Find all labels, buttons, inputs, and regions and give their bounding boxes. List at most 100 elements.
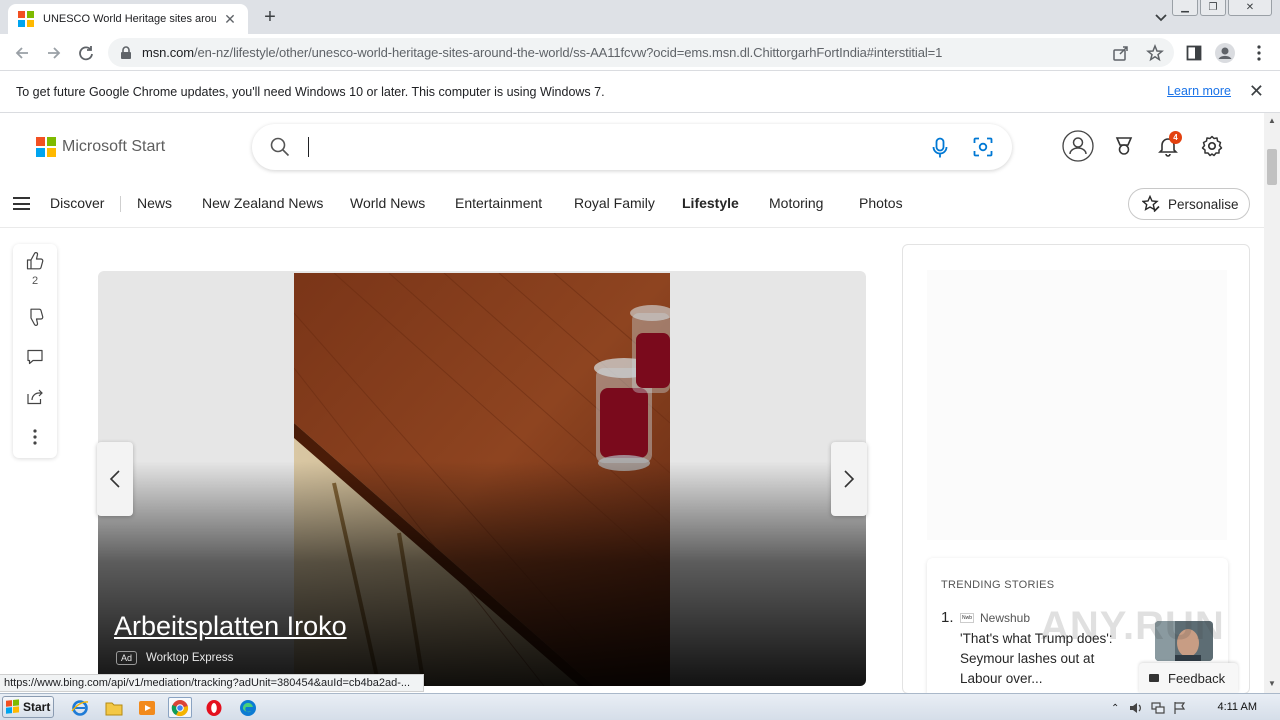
settings-button[interactable] — [1196, 130, 1228, 162]
taskbar-edge[interactable] — [236, 697, 260, 718]
minimize-button[interactable]: ▁ — [1172, 0, 1198, 16]
article-action-rail: 2 — [13, 244, 57, 458]
start-button[interactable]: Start — [2, 696, 54, 718]
chevron-left-icon — [109, 470, 120, 488]
share-icon — [27, 389, 43, 405]
window-close-button[interactable]: ✕ — [1228, 0, 1272, 16]
kebab-menu-icon — [1257, 45, 1261, 61]
taskbar-chrome[interactable] — [168, 697, 192, 718]
tab-title: UNESCO World Heritage sites around the w… — [43, 13, 216, 25]
search-icon — [270, 137, 290, 157]
thumbs-up-icon — [26, 252, 44, 270]
personalise-label: Personalise — [1168, 196, 1239, 212]
comment-icon — [27, 349, 43, 365]
scrollbar-thumb[interactable] — [1267, 149, 1277, 185]
taskbar-media-player[interactable] — [135, 697, 159, 718]
nav-item-motoring[interactable]: Motoring — [769, 195, 823, 211]
restore-button[interactable]: ❐ — [1200, 0, 1226, 16]
tray-expand-icon[interactable]: ⌃ — [1111, 703, 1119, 714]
sign-in-button[interactable] — [1062, 130, 1094, 162]
like-count: 2 — [31, 275, 39, 287]
microphone-icon[interactable] — [932, 137, 948, 159]
tab-strip: UNESCO World Heritage sites around the w… — [0, 0, 1280, 34]
personalise-button[interactable]: Personalise — [1128, 188, 1250, 220]
forward-button[interactable] — [41, 40, 67, 66]
feedback-label: Feedback — [1168, 670, 1226, 686]
ad-title-link[interactable]: Arbeitsplatten Iroko — [114, 611, 347, 642]
taskbar-file-explorer[interactable] — [102, 697, 126, 718]
feedback-button[interactable]: Feedback — [1139, 663, 1238, 693]
nav-item-photos[interactable]: Photos — [859, 195, 903, 211]
nav-item-new-zealand-news[interactable]: New Zealand News — [202, 195, 323, 211]
search-input[interactable] — [252, 124, 1012, 170]
bookmark-star-icon[interactable] — [1146, 44, 1164, 62]
active-tab[interactable]: UNESCO World Heritage sites around the w… — [8, 4, 248, 34]
hamburger-menu-icon[interactable] — [13, 197, 30, 210]
advertiser-name: Worktop Express — [146, 652, 234, 664]
profile-icon — [1062, 130, 1094, 162]
learn-more-link[interactable]: Learn more — [1167, 84, 1231, 98]
url-host: msn.com — [142, 45, 195, 60]
reload-button[interactable] — [73, 40, 99, 66]
like-button[interactable] — [25, 251, 45, 271]
internet-explorer-icon — [71, 699, 89, 716]
nav-item-news[interactable]: News — [137, 195, 172, 211]
more-options-button[interactable] — [25, 427, 45, 447]
taskbar-clock[interactable]: 4:11 AM — [1217, 701, 1257, 713]
microsoft-start-logo[interactable]: Microsoft Start — [36, 137, 165, 157]
side-panel-button[interactable] — [1181, 40, 1207, 66]
address-bar[interactable]: msn.com/en-nz/lifestyle/other/unesco-wor… — [108, 38, 1174, 67]
nav-item-lifestyle[interactable]: Lifestyle — [682, 195, 739, 211]
rewards-button[interactable] — [1108, 130, 1140, 162]
trending-source: Nwb Newshub — [960, 611, 1030, 625]
scroll-down-icon[interactable]: ▼ — [1268, 679, 1276, 688]
taskbar-internet-explorer[interactable] — [68, 697, 92, 718]
update-infobar: To get future Google Chrome updates, you… — [0, 71, 1280, 113]
nav-divider — [120, 196, 121, 212]
chrome-menu-button[interactable] — [1246, 40, 1272, 66]
network-icon[interactable] — [1151, 701, 1165, 715]
trending-header: TRENDING STORIES — [941, 579, 1055, 591]
profile-button[interactable] — [1212, 40, 1238, 66]
notifications-button[interactable]: 4 — [1152, 130, 1184, 162]
link-status-bubble: https://www.bing.com/api/v1/mediation/tr… — [0, 674, 424, 692]
rewards-icon — [1115, 137, 1133, 155]
action-center-flag-icon[interactable] — [1173, 701, 1187, 715]
lock-icon — [121, 45, 131, 59]
scroll-up-icon[interactable]: ▲ — [1268, 116, 1276, 125]
infobar-close-icon[interactable]: ✕ — [1249, 81, 1264, 102]
ad-badge: Ad — [116, 651, 138, 665]
dislike-button[interactable] — [25, 307, 45, 327]
more-icon — [33, 429, 37, 445]
folder-icon — [105, 702, 123, 715]
nav-item-royal-family[interactable]: Royal Family — [574, 195, 655, 211]
slideshow-ad-slide[interactable]: Arbeitsplatten Iroko Ad Worktop Express — [98, 271, 866, 686]
next-slide-button[interactable] — [831, 442, 867, 516]
url-path: /en-nz/lifestyle/other/unesco-world-heri… — [194, 45, 943, 60]
nav-item-discover[interactable]: Discover — [50, 195, 104, 211]
share-button[interactable] — [25, 387, 45, 407]
infobar-message: To get future Google Chrome updates, you… — [16, 84, 605, 99]
nav-item-entertainment[interactable]: Entertainment — [455, 195, 542, 211]
volume-icon[interactable] — [1129, 701, 1143, 715]
tab-close-icon[interactable]: ✕ — [222, 11, 238, 28]
thumbs-down-icon — [30, 308, 44, 326]
side-panel-icon — [1186, 45, 1202, 61]
url-text: msn.com/en-nz/lifestyle/other/unesco-wor… — [142, 45, 942, 60]
avatar-icon — [1215, 43, 1235, 63]
chrome-icon — [171, 699, 189, 716]
tab-search-button[interactable] — [1150, 6, 1172, 28]
nav-item-world-news[interactable]: World News — [350, 195, 425, 211]
page-scrollbar[interactable]: ▲ ▼ — [1264, 113, 1280, 693]
visual-search-icon[interactable] — [973, 137, 993, 157]
new-tab-button[interactable]: + — [258, 6, 282, 30]
comment-button[interactable] — [25, 347, 45, 367]
start-label: Start — [23, 700, 51, 714]
previous-slide-button[interactable] — [97, 442, 133, 516]
back-button[interactable] — [9, 40, 35, 66]
microsoft-logo-icon — [36, 137, 56, 157]
share-page-icon[interactable] — [1112, 44, 1130, 62]
taskbar-opera[interactable] — [202, 697, 226, 718]
chevron-down-icon — [1155, 14, 1167, 22]
chevron-right-icon — [844, 470, 855, 488]
